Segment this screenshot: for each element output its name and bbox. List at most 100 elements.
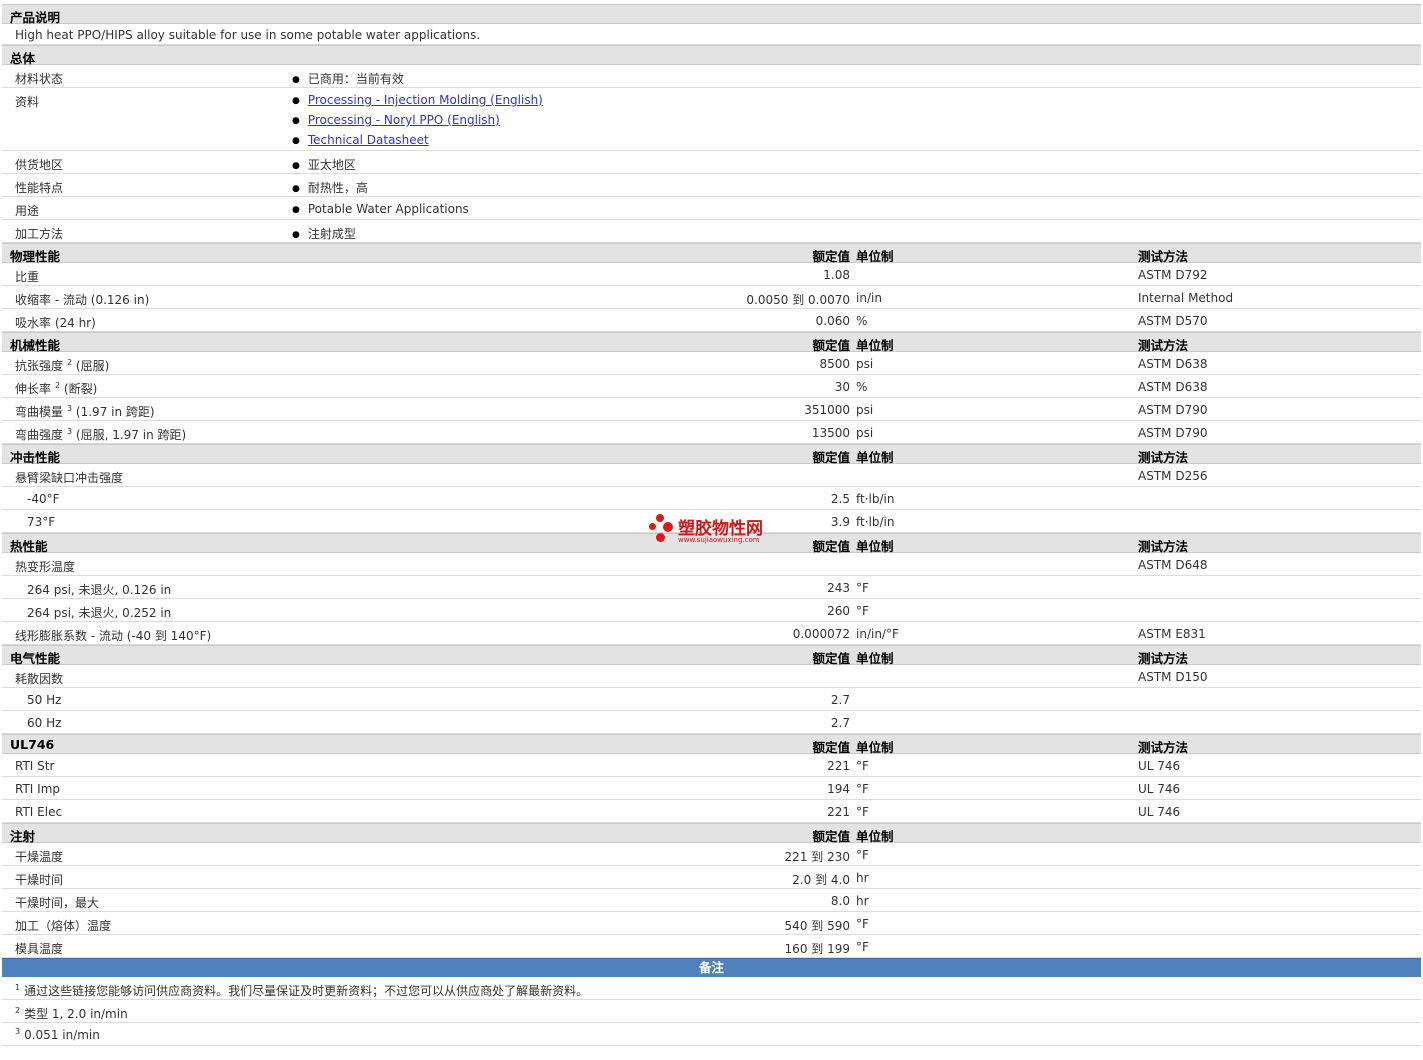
property-label: 加工（熔体）温度 xyxy=(15,917,111,934)
logo-dot xyxy=(663,522,673,532)
section-description: 产品说明 xyxy=(2,4,1421,25)
property-row: RTI Imp 194 °F UL 746 xyxy=(2,777,1421,800)
property-label: 干燥温度 xyxy=(15,848,63,865)
test-method: UL 746 xyxy=(1138,759,1181,773)
row-value: 已商用：当前有效 xyxy=(307,72,404,86)
note-content: 通过这些链接您能够访问供应商资料。我们尽量保证及时更新资料；不过您可以从供应商处… xyxy=(24,984,589,998)
footnote-marker: 3 xyxy=(15,1027,21,1036)
test-method: UL 746 xyxy=(1138,782,1181,796)
document-link[interactable]: Technical Datasheet xyxy=(308,133,429,147)
row-value: 亚太地区 xyxy=(307,158,356,172)
row-label: 材料状态 xyxy=(15,72,64,86)
note-text: 1 通过这些链接您能够访问供应商资料。我们尽量保证及时更新资料；不过您可以从供应商… xyxy=(15,982,588,999)
property-label: 耗散因数 xyxy=(15,670,63,687)
property-unit: psi xyxy=(856,426,874,440)
bullet-item: Processing - Injection Molding (English) xyxy=(292,93,543,107)
row-label: 用途 xyxy=(15,204,40,218)
property-name: 弯曲模量 xyxy=(15,405,64,419)
property-name: 弯曲强度 xyxy=(15,428,64,442)
property-unit: hr xyxy=(856,871,869,885)
property-row: RTI Str 221 °F UL 746 xyxy=(2,754,1421,777)
property-row: 264 psi, 未退火, 0.126 in 243 °F xyxy=(2,576,1421,599)
general-row: 性能特点 耐热性，高 xyxy=(2,174,1421,197)
property-value: 2.0 到 4.0 xyxy=(792,873,850,887)
note-content: 类型 1, 2.0 in/min xyxy=(24,1007,128,1021)
property-row: 干燥时间，最大 8.0 hr xyxy=(2,889,1421,912)
property-value: 260 xyxy=(827,604,850,618)
property-value: 351000 xyxy=(804,403,850,417)
property-name: 干燥时间 xyxy=(15,873,64,887)
test-method: ASTM D638 xyxy=(1138,380,1208,394)
property-name: 60 Hz xyxy=(27,716,62,730)
footnote-marker: 2 xyxy=(15,1006,21,1015)
property-value: 0.000072 xyxy=(792,627,850,641)
property-value: 243 xyxy=(827,581,850,595)
property-label: 50 Hz xyxy=(27,693,61,707)
property-label: 悬臂梁缺口冲击强度 xyxy=(15,469,123,486)
property-value: 2.7 xyxy=(830,693,850,707)
section-physical: 物理性能 额定值 单位制 测试方法 xyxy=(2,243,1421,264)
property-label: 60 Hz xyxy=(27,716,61,730)
note-text: 3 0.051 in/min xyxy=(15,1027,100,1043)
property-name: 耗散因数 xyxy=(15,672,64,686)
property-value: 221 到 230 xyxy=(784,850,850,864)
property-row: 干燥温度 221 到 230 °F xyxy=(2,843,1421,866)
property-name: 热变形温度 xyxy=(15,560,76,574)
property-label: 264 psi, 未退火, 0.252 in xyxy=(27,604,171,621)
watermark-logo: 塑胶物性网 www.sujiaowuxing.com xyxy=(648,512,788,548)
property-unit: ft·lb/in xyxy=(856,492,895,506)
property-unit: in/in xyxy=(856,291,882,305)
property-name: 收缩率 - 流动 (0.126 in) xyxy=(15,293,150,307)
logo-dot xyxy=(649,523,656,530)
document-link[interactable]: Processing - Injection Molding (English) xyxy=(308,93,543,107)
property-unit: °F xyxy=(856,782,869,796)
section-ul746: UL746 额定值 单位制 测试方法 xyxy=(2,734,1421,755)
description-text: High heat PPO/HIPS alloy suitable for us… xyxy=(15,28,481,42)
logo-dot xyxy=(656,533,665,542)
property-label: -40°F xyxy=(27,492,60,506)
property-label: RTI Elec xyxy=(15,805,62,819)
property-tables: 物理性能 额定值 单位制 测试方法 比重 1.08 ASTM D792 收缩率 - 流动 (0… xyxy=(2,243,1421,958)
notes-header: 备注 xyxy=(2,958,1421,977)
section-impact: 冲击性能 额定值 单位制 测试方法 xyxy=(2,444,1421,465)
property-unit: °F xyxy=(856,759,869,773)
property-name: 73°F xyxy=(27,515,56,529)
logo-dot xyxy=(656,514,664,522)
document-link[interactable]: Processing - Noryl PPO (English) xyxy=(308,113,500,127)
row-value: 耐热性，高 xyxy=(307,181,368,195)
note-text: 2 类型 1, 2.0 in/min xyxy=(15,1005,128,1022)
bullet-item: Technical Datasheet xyxy=(292,133,429,147)
property-label: 模具温度 xyxy=(15,940,63,957)
property-unit: °F xyxy=(856,917,869,931)
property-row: 悬臂梁缺口冲击强度 ASTM D256 xyxy=(2,464,1421,487)
test-method: ASTM D790 xyxy=(1138,426,1208,440)
property-value: 221 xyxy=(827,805,850,819)
property-name: 线形膨胀系数 - 流动 (-40 到 140°F) xyxy=(15,629,212,643)
property-row: 弯曲模量 3 (1.97 in 跨距) 351000 psi ASTM D790 xyxy=(2,398,1421,421)
property-row: 比重 1.08 ASTM D792 xyxy=(2,263,1421,286)
property-row: 干燥时间 2.0 到 4.0 hr xyxy=(2,866,1421,889)
property-value: 160 到 199 xyxy=(784,942,850,956)
property-condition: (屈服, 1.97 in 跨距) xyxy=(72,428,187,442)
property-label: 抗张强度 2 (屈服) xyxy=(15,357,109,374)
bullet-item: 已商用：当前有效 xyxy=(292,70,404,87)
property-name: 悬臂梁缺口冲击强度 xyxy=(15,471,124,485)
general-row: 资料 Processing - Injection Molding (Englis… xyxy=(2,88,1421,151)
property-row: 热变形温度 ASTM D648 xyxy=(2,553,1421,576)
property-unit: °F xyxy=(856,805,869,819)
property-label: 热变形温度 xyxy=(15,558,75,575)
property-label: 264 psi, 未退火, 0.126 in xyxy=(27,581,171,598)
general-row: 供货地区 亚太地区 xyxy=(2,151,1421,174)
property-value: 2.5 xyxy=(830,492,850,506)
row-value: Potable Water Applications xyxy=(307,202,469,216)
watermark-url: www.sujiaowuxing.com xyxy=(678,536,760,544)
property-unit: % xyxy=(856,314,868,328)
property-label: 73°F xyxy=(27,515,55,529)
property-unit: °F xyxy=(856,604,869,618)
property-value: 0.0050 到 0.0070 xyxy=(746,293,850,307)
footnote-marker: 1 xyxy=(15,983,21,992)
property-value: 8.0 xyxy=(830,894,850,908)
property-name: RTI Imp xyxy=(15,782,60,796)
property-label: 弯曲强度 3 (屈服, 1.97 in 跨距) xyxy=(15,426,186,443)
property-label: 干燥时间，最大 xyxy=(15,894,99,911)
